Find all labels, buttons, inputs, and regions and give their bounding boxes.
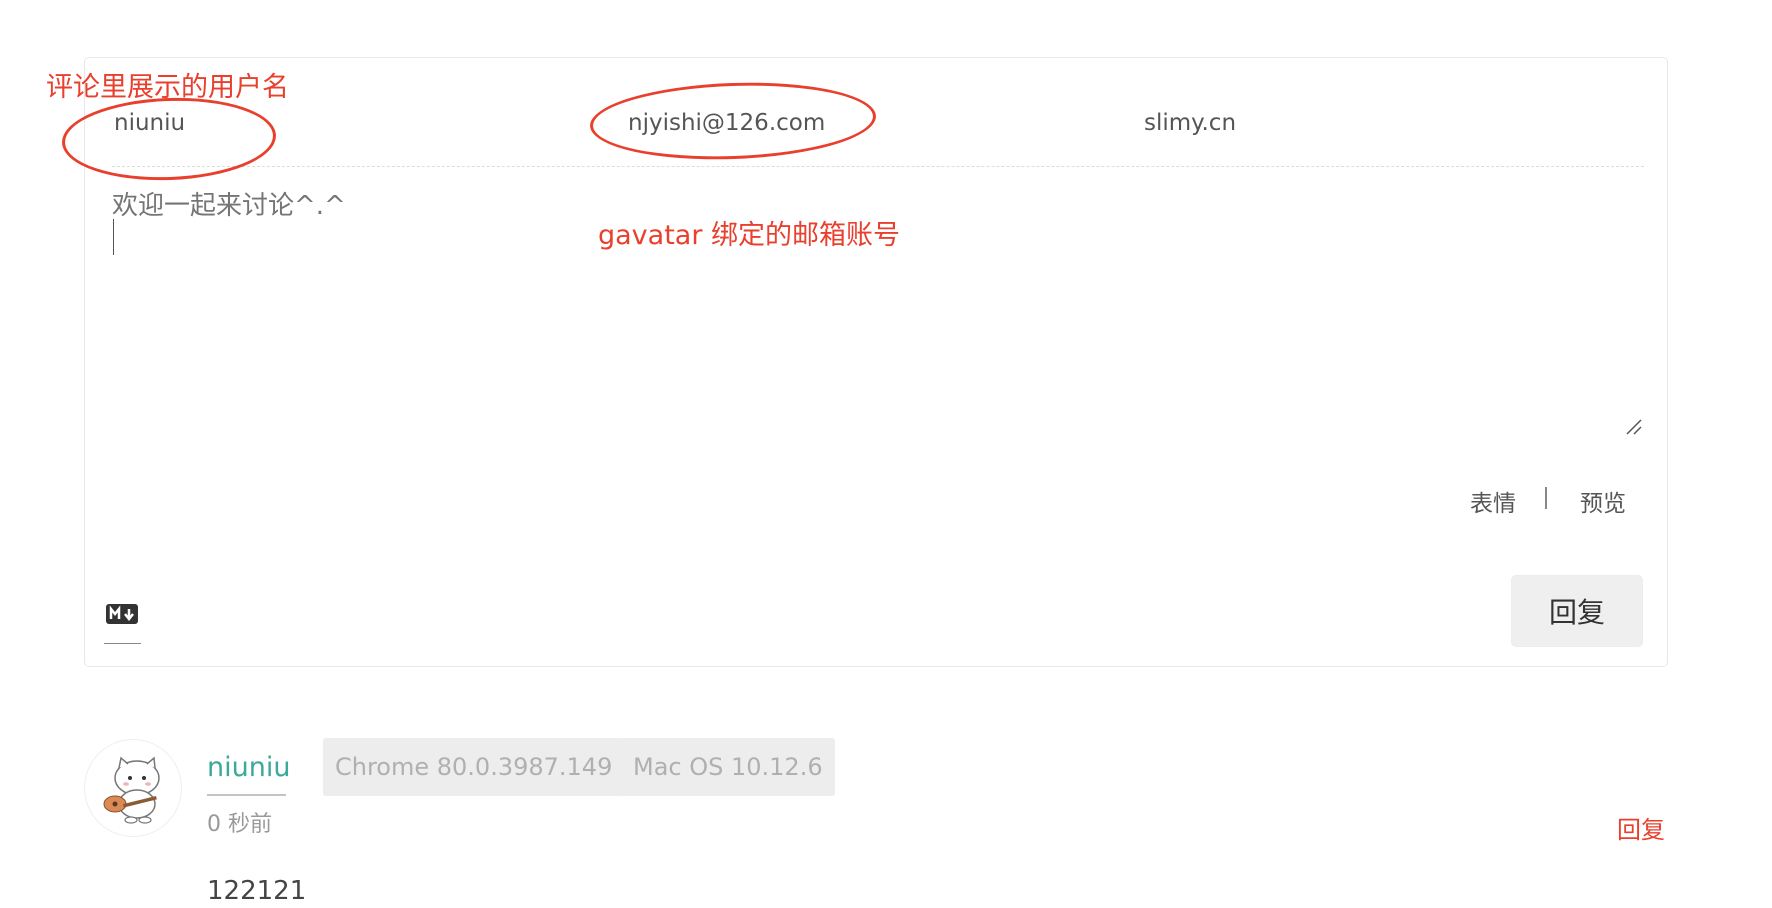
comment-time: 0 秒前 (207, 812, 272, 837)
comment-author-name[interactable]: niuniu (207, 752, 290, 783)
markdown-icon[interactable] (105, 602, 139, 626)
browser-badge: Chrome 80.0.3987.149 (323, 738, 625, 796)
submit-reply-button[interactable]: 回复 (1511, 575, 1643, 647)
os-badge: Mac OS 10.12.6 (621, 738, 835, 796)
cat-avatar-icon (103, 756, 160, 824)
author-name-underline (207, 794, 286, 796)
comment-reply-link[interactable]: 回复 (1617, 810, 1665, 845)
preview-button[interactable]: 预览 (1580, 484, 1626, 518)
website-input[interactable] (1144, 108, 1624, 138)
resize-grip-icon[interactable] (1625, 418, 1643, 436)
markdown-underline (104, 643, 141, 644)
text-caret (113, 219, 114, 255)
avatar (84, 739, 182, 837)
field-separator (112, 166, 1644, 167)
tools-divider (1545, 487, 1547, 509)
comment-content: 122121 (207, 876, 307, 906)
email-annotation: gavatar 绑定的邮箱账号 (598, 220, 901, 251)
emoji-button[interactable]: 表情 (1470, 484, 1516, 518)
